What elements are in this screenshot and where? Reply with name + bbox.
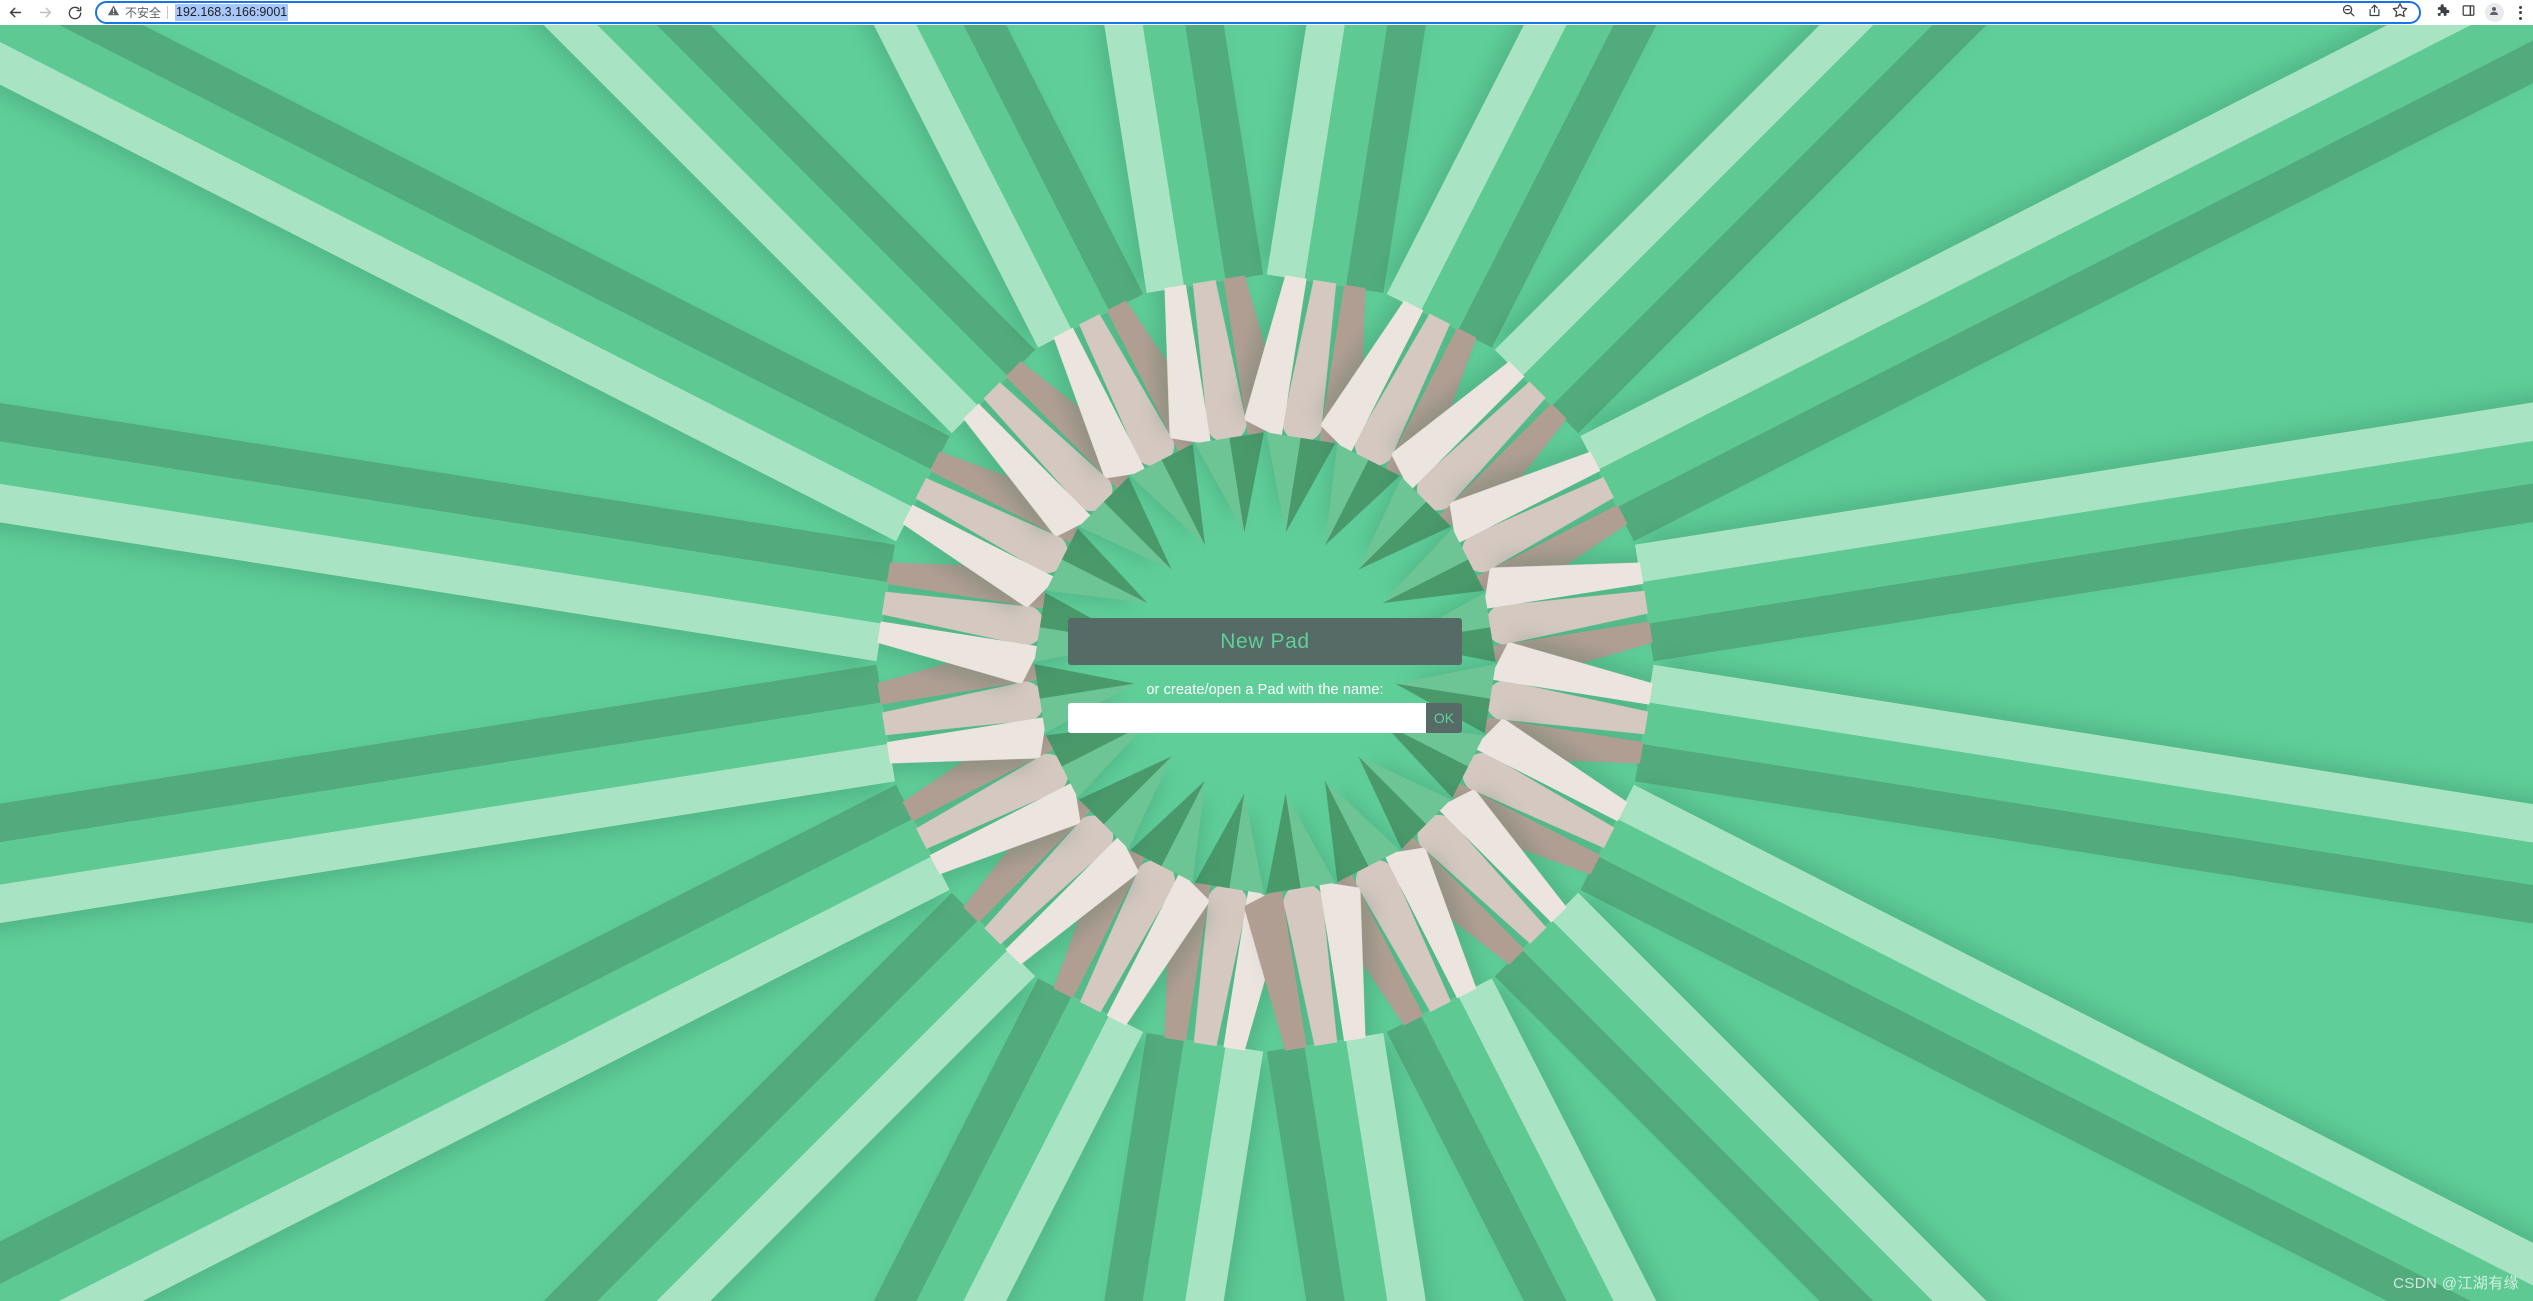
profile-avatar-icon: [2488, 4, 2500, 22]
bookmark-button[interactable]: [2387, 2, 2413, 24]
side-panel-button[interactable]: [2455, 1, 2481, 25]
reload-button[interactable]: [60, 1, 90, 25]
forward-button[interactable]: [30, 1, 60, 25]
extensions-puzzle-icon: [2435, 3, 2450, 23]
etherpad-home-panel: New Pad or create/open a Pad with the na…: [1068, 618, 1462, 733]
bookmark-star-icon: [2392, 2, 2408, 23]
security-label: 不安全: [125, 5, 162, 20]
browser-toolbar: 不安全 192.168.3.166:9001: [0, 0, 2533, 25]
address-bar[interactable]: 不安全 192.168.3.166:9001: [95, 1, 2421, 24]
extensions-button[interactable]: [2429, 1, 2455, 25]
zoom-out-icon: [2341, 3, 2356, 23]
warning-triangle-icon: [107, 4, 120, 22]
side-panel-icon: [2461, 3, 2476, 23]
ok-button[interactable]: OK: [1426, 703, 1462, 733]
back-arrow-icon: [7, 4, 24, 21]
page-viewport: New Pad or create/open a Pad with the na…: [0, 25, 2533, 1301]
more-menu-icon: [2509, 1, 2531, 25]
create-open-label: or create/open a Pad with the name:: [1146, 682, 1384, 698]
zoom-out-button[interactable]: [2335, 2, 2361, 24]
pad-name-row: OK: [1068, 703, 1462, 733]
forward-arrow-icon: [37, 4, 54, 21]
new-pad-button[interactable]: New Pad: [1068, 618, 1462, 665]
back-button[interactable]: [0, 1, 30, 25]
omnibox-divider: [167, 6, 169, 19]
security-status-chip[interactable]: 不安全: [107, 4, 161, 22]
pad-name-input[interactable]: [1068, 703, 1426, 733]
more-menu-button[interactable]: [2507, 1, 2533, 25]
avatar: [2484, 3, 2504, 22]
reload-icon: [67, 5, 83, 21]
share-icon: [2367, 3, 2382, 23]
profile-button[interactable]: [2481, 1, 2507, 25]
share-button[interactable]: [2361, 2, 2387, 24]
url-text[interactable]: 192.168.3.166:9001: [175, 4, 289, 21]
